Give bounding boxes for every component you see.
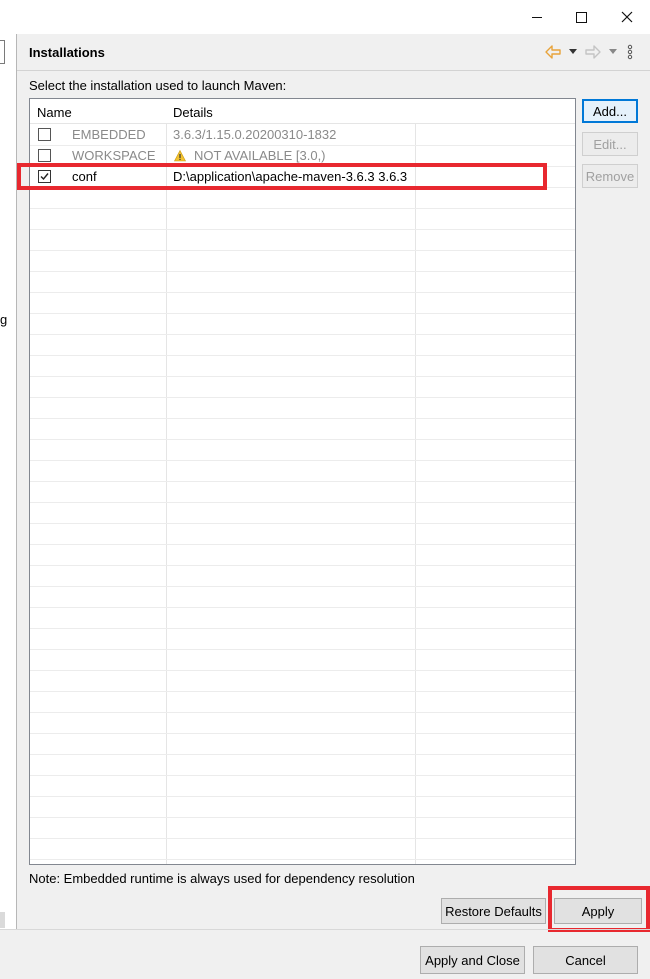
edit-button[interactable]: Edit... bbox=[582, 132, 638, 156]
tree-item-fragment[interactable]: g bbox=[0, 312, 7, 327]
row-details-text: D:\application\apache-maven-3.6.3 3.6.3 bbox=[173, 169, 408, 184]
installations-table[interactable]: Name Details EMBEDDED 3.6.3/1.15.0.20200… bbox=[29, 98, 576, 865]
table-grid-row bbox=[30, 712, 575, 734]
table-grid-row bbox=[30, 481, 575, 503]
checkbox-embedded[interactable] bbox=[38, 128, 51, 141]
minimize-icon[interactable] bbox=[514, 0, 560, 34]
row-details: NOT AVAILABLE [3.0,) bbox=[173, 148, 326, 163]
table-grid-row bbox=[30, 418, 575, 440]
table-grid-row bbox=[30, 565, 575, 587]
table-grid-row bbox=[30, 187, 575, 209]
apply-and-close-button[interactable]: Apply and Close bbox=[420, 946, 525, 974]
preference-tree-panel[interactable] bbox=[0, 34, 17, 929]
table-grid-row bbox=[30, 859, 575, 864]
checkmark-icon bbox=[40, 173, 49, 181]
restore-defaults-button[interactable]: Restore Defaults bbox=[441, 898, 546, 924]
table-grid-row bbox=[30, 754, 575, 776]
cancel-button[interactable]: Cancel bbox=[533, 946, 638, 974]
table-grid-row bbox=[30, 796, 575, 818]
table-grid-row bbox=[30, 229, 575, 251]
row-details-text: NOT AVAILABLE [3.0,) bbox=[194, 148, 326, 163]
checkbox-conf[interactable] bbox=[38, 170, 51, 183]
table-grid-row bbox=[30, 670, 575, 692]
row-name: WORKSPACE bbox=[72, 148, 156, 163]
filter-input[interactable] bbox=[0, 40, 5, 64]
apply-button[interactable]: Apply bbox=[554, 898, 642, 924]
maximize-icon[interactable] bbox=[558, 0, 604, 34]
back-dropdown-icon[interactable] bbox=[569, 43, 577, 61]
table-row-conf[interactable]: conf D:\application\apache-maven-3.6.3 3… bbox=[30, 166, 575, 187]
row-details-text: 3.6.3/1.15.0.20200310-1832 bbox=[173, 127, 337, 142]
preferences-dialog: g Installations Select the installation … bbox=[0, 0, 650, 979]
table-grid-row bbox=[30, 502, 575, 524]
add-button[interactable]: Add... bbox=[582, 99, 638, 123]
table-grid-row bbox=[30, 775, 575, 797]
table-grid-row bbox=[30, 733, 575, 755]
table-grid-row bbox=[30, 460, 575, 482]
table-grid-row bbox=[30, 586, 575, 608]
checkbox-workspace[interactable] bbox=[38, 149, 51, 162]
table-grid-row bbox=[30, 817, 575, 839]
close-icon[interactable] bbox=[604, 0, 650, 34]
table-grid-row bbox=[30, 544, 575, 566]
table-grid-row bbox=[30, 313, 575, 335]
table-grid-row bbox=[30, 208, 575, 230]
row-name: EMBEDDED bbox=[72, 127, 146, 142]
table-grid-row bbox=[30, 523, 575, 545]
table-grid-row bbox=[30, 292, 575, 314]
table-row-workspace[interactable]: WORKSPACE NOT AVAILABLE [3.0,) bbox=[30, 145, 575, 166]
table-grid-row bbox=[30, 250, 575, 272]
page-title: Installations bbox=[29, 45, 105, 60]
table-grid-row bbox=[30, 355, 575, 377]
note-label: Note: Embedded runtime is always used fo… bbox=[29, 871, 415, 886]
warning-icon bbox=[174, 149, 186, 161]
table-grid-row bbox=[30, 439, 575, 461]
table-grid-row bbox=[30, 271, 575, 293]
table-grid-row bbox=[30, 838, 575, 860]
table-grid-row bbox=[30, 376, 575, 398]
forward-arrow-icon bbox=[585, 43, 601, 61]
column-header-name[interactable]: Name bbox=[37, 105, 72, 120]
table-grid-row bbox=[30, 628, 575, 650]
table-grid-row bbox=[30, 334, 575, 356]
row-details: 3.6.3/1.15.0.20200310-1832 bbox=[173, 127, 336, 142]
row-details: D:\application\apache-maven-3.6.3 3.6.3 bbox=[173, 169, 407, 184]
back-arrow-icon[interactable] bbox=[545, 43, 561, 61]
title-bar bbox=[0, 0, 650, 35]
table-grid-row bbox=[30, 649, 575, 671]
remove-button[interactable]: Remove bbox=[582, 164, 638, 188]
view-menu-icon[interactable] bbox=[627, 43, 633, 61]
column-header-details[interactable]: Details bbox=[173, 105, 213, 120]
instruction-label: Select the installation used to launch M… bbox=[29, 78, 287, 93]
table-grid-row bbox=[30, 691, 575, 713]
table-grid-row bbox=[30, 397, 575, 419]
forward-dropdown-icon bbox=[609, 43, 617, 61]
table-row-embedded[interactable]: EMBEDDED 3.6.3/1.15.0.20200310-1832 bbox=[30, 124, 575, 145]
page-header: Installations bbox=[17, 34, 650, 71]
row-name: conf bbox=[72, 169, 97, 184]
table-header: Name Details bbox=[30, 99, 575, 124]
horizontal-scrollbar[interactable] bbox=[0, 912, 5, 928]
footer-divider bbox=[0, 929, 650, 930]
table-grid-row bbox=[30, 607, 575, 629]
